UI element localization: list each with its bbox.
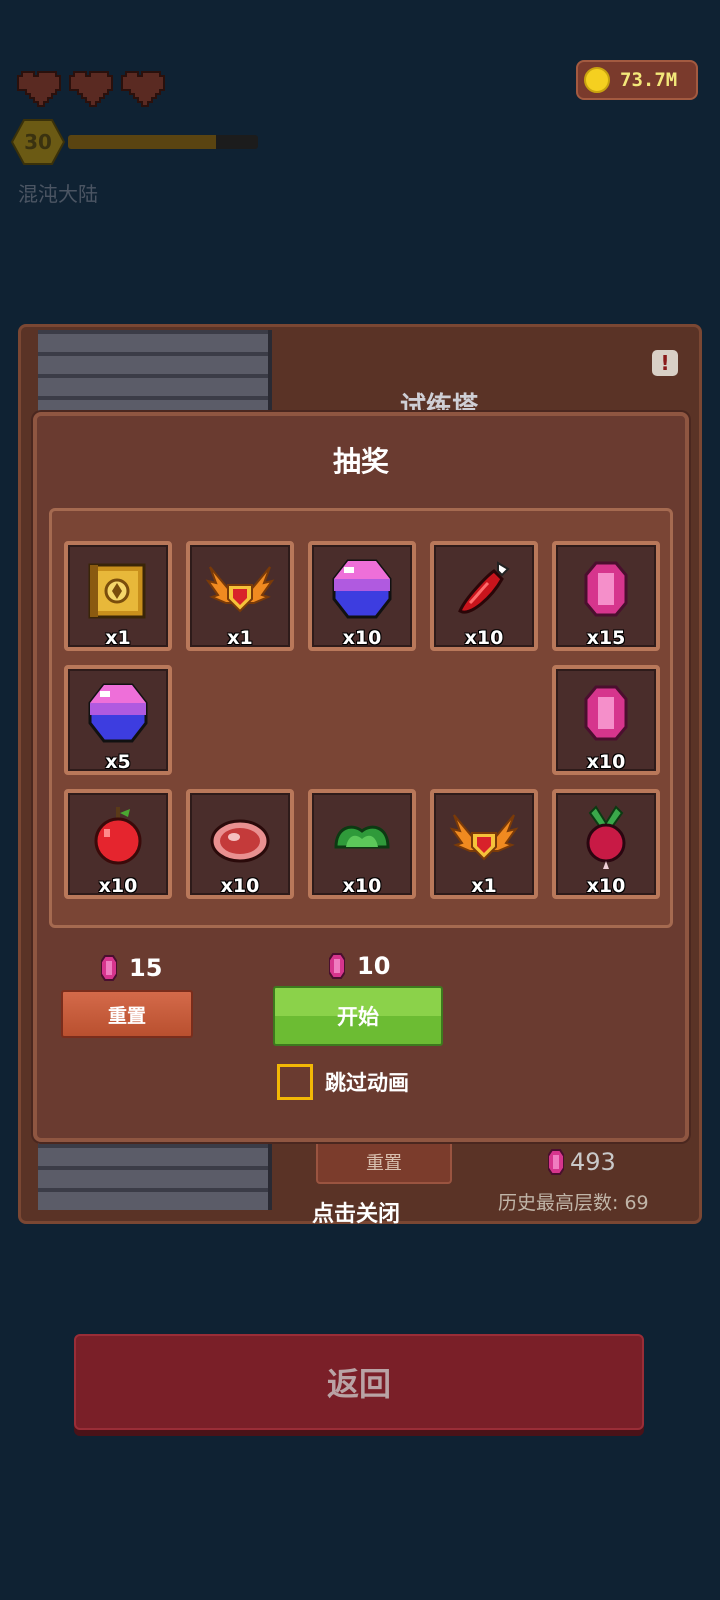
prize-cell: x10 [552,665,660,775]
blue-gem-icon [82,677,154,749]
prize-quantity: x1 [105,627,131,649]
skip-animation-label: 跳过动画 [325,1071,409,1095]
lottery-title: 抽奖 [332,445,389,478]
skip-animation-checkbox[interactable] [277,1064,313,1100]
heart-icon [69,71,113,107]
prize-grid: x1 x1 x10 x10 x15 x5 x10 x10 x10 x10 x1 x10 [64,541,664,901]
coin-amount: 73.7M [620,69,678,91]
pink-crystal-icon [570,553,642,625]
pink-crystal-icon [101,955,117,981]
prize-quantity: x5 [105,751,131,773]
xp-bar [68,135,258,149]
start-button[interactable]: 开始 [273,986,443,1046]
tap-to-close[interactable]: 点击关闭 [312,1196,400,1228]
coin-counter[interactable]: 73.7M [576,60,698,100]
prize-quantity: x10 [342,627,382,649]
prize-quantity: x1 [227,627,253,649]
start-cost: 10 [329,952,390,980]
prize-quantity: x1 [471,875,497,897]
prize-cell: x1 [64,541,172,651]
health-hearts [16,68,166,108]
start-cost-value: 10 [357,952,391,980]
xp-bar-fill [68,135,217,149]
heart-icon [17,71,61,107]
winged-badge-icon [204,553,276,625]
prize-cell: x10 [308,789,416,899]
prize-board: x1 x1 x10 x10 x15 x5 x10 x10 x10 x10 x1 x10 [49,508,673,928]
reset-button[interactable]: 重置 [61,990,193,1038]
tower-reset-button[interactable]: 重置 [316,1140,452,1184]
prize-quantity: x10 [98,875,138,897]
radish-icon [570,801,642,873]
reset-cost: 15 [101,954,162,982]
level-badge: 30 [10,118,66,166]
alert-icon[interactable]: ! [652,350,678,376]
prize-cell: x10 [308,541,416,651]
return-button[interactable]: 返回 [74,1334,644,1430]
coin-icon [584,67,610,93]
prize-cell: x10 [186,789,294,899]
prize-cell: x15 [552,541,660,651]
winged-badge-icon [448,801,520,873]
prize-quantity: x10 [342,875,382,897]
prize-cell: x10 [64,789,172,899]
reset-cost-value: 15 [129,954,163,982]
pink-crystal-icon [570,677,642,749]
prize-cell: x10 [430,541,538,651]
lottery-modal: 抽奖 x1 x1 x10 x10 x15 x5 x10 x10 x10 x10 x1 x10 15 1… [33,412,689,1142]
level-indicator: 30 [10,118,258,166]
prize-cell: x5 [64,665,172,775]
lettuce-icon [326,801,398,873]
prize-cell: x1 [186,541,294,651]
level-number: 30 [24,130,52,154]
prize-quantity: x10 [464,627,504,649]
prize-quantity: x10 [586,751,626,773]
region-name: 混沌大陆 [18,182,98,206]
pink-crystal-icon [548,1149,564,1175]
gem-total: 493 [548,1148,616,1176]
prize-cell: x10 [552,789,660,899]
heart-icon [121,71,165,107]
prize-quantity: x10 [220,875,260,897]
prize-quantity: x10 [586,875,626,897]
skip-animation-toggle[interactable]: 跳过动画 [277,1064,409,1100]
history-best-floor: 历史最高层数: 69 [498,1192,649,1214]
blue-gem-icon [326,553,398,625]
prize-quantity: x15 [586,627,626,649]
meat-icon [204,801,276,873]
gem-total-value: 493 [570,1148,616,1176]
pink-crystal-icon [329,953,345,979]
apple-icon [82,801,154,873]
golden-chest-icon [82,553,154,625]
prize-cell: x1 [430,789,538,899]
red-pepper-icon [448,553,520,625]
